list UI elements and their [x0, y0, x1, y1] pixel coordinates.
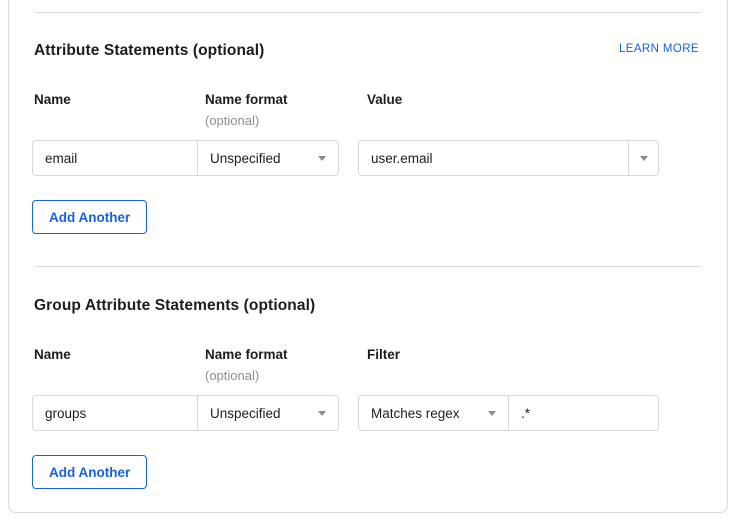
section-divider — [35, 12, 701, 13]
settings-card — [8, 0, 728, 513]
group-name-format-group: Unspecified — [32, 395, 339, 431]
group-name-format-select[interactable]: Unspecified — [197, 396, 338, 430]
group-filter-select[interactable]: Matches regex — [359, 396, 508, 430]
column-header-name-format: Name format — [205, 347, 288, 362]
attribute-value-dropdown-button[interactable] — [628, 141, 658, 175]
attribute-statements-title: Attribute Statements (optional) — [34, 42, 264, 60]
chevron-down-icon — [318, 411, 326, 416]
attribute-name-format-group: Unspecified — [32, 140, 339, 176]
attribute-name-format-select[interactable]: Unspecified — [197, 141, 338, 175]
column-header-name-format: Name format — [205, 92, 288, 107]
section-divider — [35, 266, 701, 267]
column-header-optional-note: (optional) — [205, 368, 259, 383]
group-filter-expression-input[interactable] — [509, 396, 658, 430]
attribute-value-combobox — [358, 140, 659, 176]
column-header-filter: Filter — [367, 347, 400, 362]
add-another-group-attribute-button[interactable]: Add Another — [32, 455, 147, 489]
attribute-name-format-selected-value: Unspecified — [210, 151, 281, 166]
learn-more-link[interactable]: LEARN MORE — [619, 43, 699, 55]
chevron-down-icon — [640, 156, 648, 161]
group-name-format-selected-value: Unspecified — [210, 406, 281, 421]
column-header-name: Name — [34, 92, 71, 107]
column-header-optional-note: (optional) — [205, 113, 259, 128]
attribute-value-input[interactable] — [359, 141, 628, 175]
chevron-down-icon — [488, 411, 496, 416]
column-header-name: Name — [34, 347, 71, 362]
chevron-down-icon — [318, 156, 326, 161]
group-attribute-statements-title: Group Attribute Statements (optional) — [34, 297, 315, 315]
group-filter-group: Matches regex — [358, 395, 659, 431]
add-another-attribute-button[interactable]: Add Another — [32, 200, 147, 234]
group-name-input[interactable] — [33, 396, 197, 430]
group-filter-selected-value: Matches regex — [371, 406, 460, 421]
attribute-name-input[interactable] — [33, 141, 197, 175]
column-header-value: Value — [367, 92, 402, 107]
